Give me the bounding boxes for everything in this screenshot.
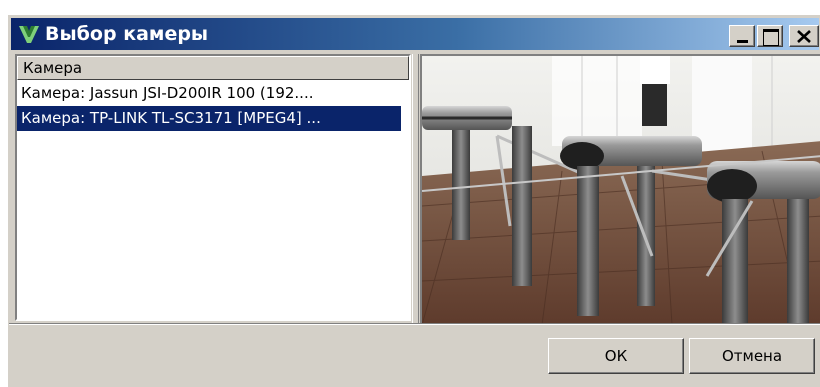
separator: [9, 323, 820, 325]
close-icon: [797, 30, 811, 43]
parsec-logo-icon: [19, 26, 39, 43]
list-item[interactable]: Камера: Jassun JSI-D200IR 100 (192....: [17, 81, 401, 106]
camera-preview: [420, 54, 820, 323]
cancel-button[interactable]: Отмена: [689, 338, 815, 374]
minimize-button[interactable]: [729, 25, 755, 47]
camera-select-dialog: Выбор камеры Камера Камера: Jassun JSI-D…: [8, 15, 820, 387]
camera-preview-image: [422, 56, 820, 323]
maximize-button[interactable]: [757, 25, 783, 47]
list-item[interactable]: Камера: TP-LINK TL-SC3171 [MPEG4] ...: [17, 106, 401, 131]
camera-list[interactable]: Камера Камера: Jassun JSI-D200IR 100 (19…: [15, 54, 411, 321]
column-header-camera[interactable]: Камера: [17, 56, 409, 80]
pane-splitter[interactable]: [412, 54, 419, 323]
camera-list-body: Камера: Jassun JSI-D200IR 100 (192.... К…: [17, 81, 409, 131]
close-button[interactable]: [789, 25, 819, 47]
window-title: Выбор камеры: [45, 23, 209, 45]
title-bar[interactable]: Выбор камеры: [11, 18, 819, 50]
ok-button[interactable]: ОК: [548, 338, 684, 374]
